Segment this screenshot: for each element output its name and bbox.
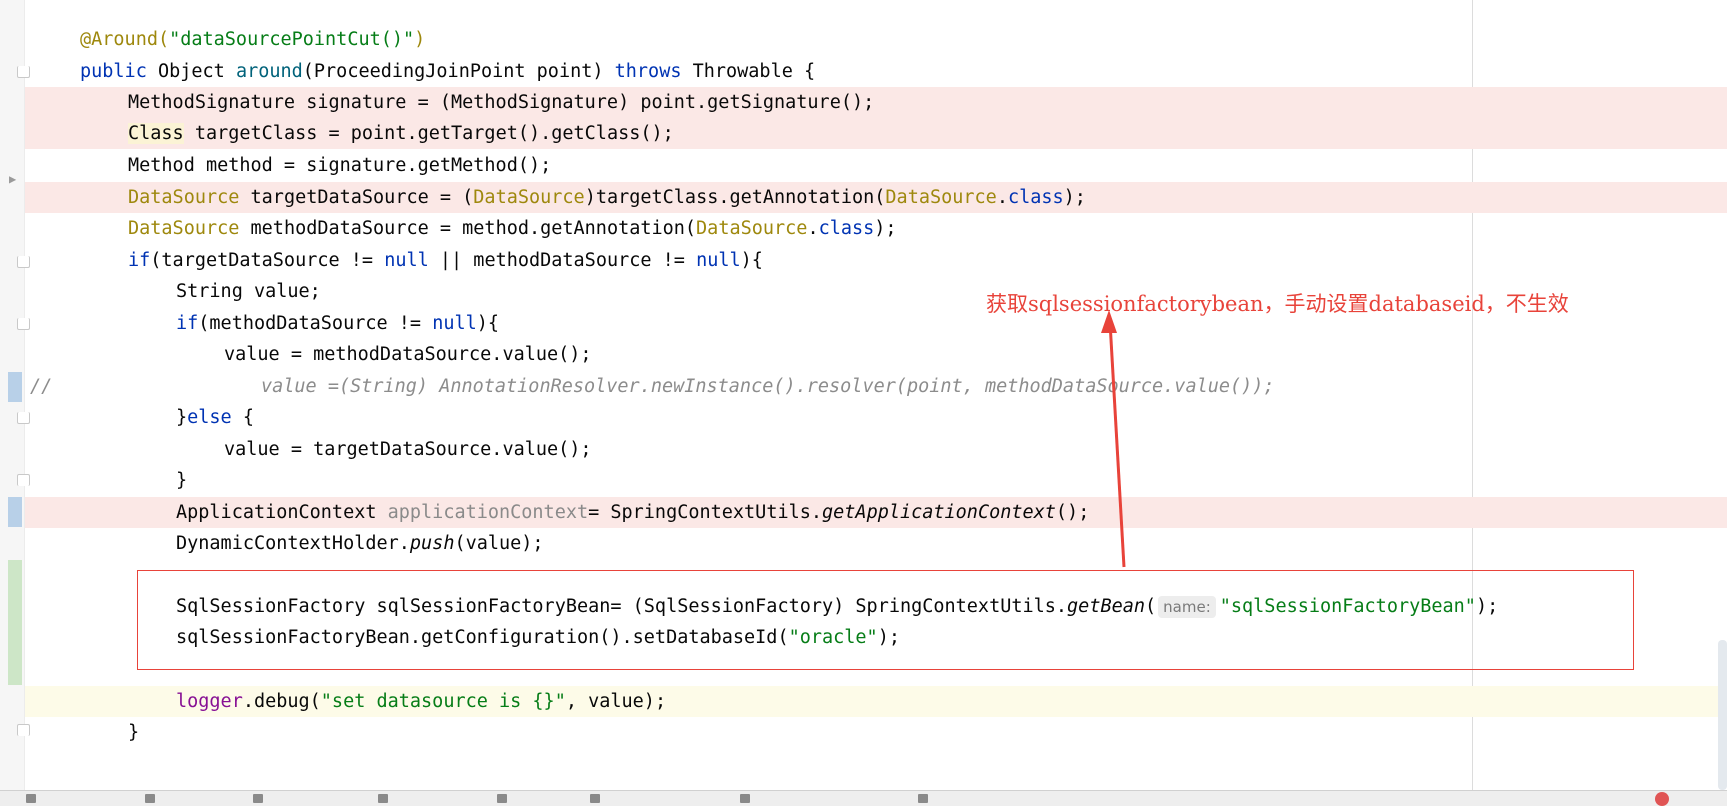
code-text: targetDataSource = ( [239, 187, 474, 208]
comment-text: value =(String) AnnotationResolver.newIn… [261, 376, 1275, 397]
keyword-token: if [176, 313, 199, 334]
code-line-6: DataSource targetDataSource = (DataSourc… [25, 182, 1727, 213]
code-text: ); [874, 218, 897, 239]
code-text: (methodDataSource != [198, 313, 433, 334]
keyword-token: null [696, 250, 741, 271]
code-text: } [176, 407, 188, 428]
bottom-toolbar [0, 790, 1727, 806]
keyword-token: class [1007, 187, 1064, 208]
code-text: MethodSignature signature = (MethodSigna… [128, 92, 875, 113]
code-text: } [128, 722, 140, 743]
code-text: String value; [176, 281, 321, 302]
code-text: || methodDataSource != [428, 250, 697, 271]
code-text: (targetDataSource != [150, 250, 385, 271]
code-line-8: if(targetDataSource != null || methodDat… [25, 245, 1727, 276]
code-line-1: @Around("dataSourcePointCut()") [25, 24, 1727, 55]
code-text: . [807, 218, 819, 239]
keyword-token: throws [614, 61, 693, 82]
code-text: ApplicationContext [176, 502, 388, 523]
code-line-3: MethodSignature signature = (MethodSigna… [25, 87, 1727, 118]
toolbar-icon-3[interactable] [253, 794, 263, 803]
toolbar-icon-7[interactable] [740, 794, 750, 803]
type-token: Object [157, 61, 236, 82]
code-text: } [176, 470, 188, 491]
static-method-token: push [409, 533, 455, 554]
highlight-box [137, 570, 1634, 670]
annotation-type-token: DataSource [696, 218, 808, 239]
code-line-12: // value =(String) AnnotationResolver.ne… [25, 371, 1727, 402]
code-line-2: public Object around(ProceedingJoinPoint… [25, 56, 1727, 87]
code-line-17: DynamicContextHolder.push(value); [25, 528, 1727, 559]
code-text: value = targetDataSource.value(); [224, 439, 592, 460]
code-text: , value); [565, 691, 667, 712]
field-token: logger [176, 691, 243, 712]
code-text: DynamicContextHolder. [176, 533, 410, 554]
code-text: { [231, 407, 254, 428]
code-line-23: } [25, 717, 1727, 748]
toolbar-icon-6[interactable] [590, 794, 600, 803]
annotation-token: @Around( [80, 29, 170, 50]
annotation-type-token: DataSource [128, 187, 240, 208]
code-text: .debug( [242, 691, 321, 712]
annotation-type-token: DataSource [885, 187, 997, 208]
code-line-15: } [25, 465, 1727, 496]
code-line-11: value = methodDataSource.value(); [25, 339, 1727, 370]
annotation-type-token: DataSource [473, 187, 585, 208]
comment-prefix: // [30, 376, 53, 397]
keyword-token: class [818, 218, 875, 239]
toolbar-icon-5[interactable] [497, 794, 507, 803]
toolbar-icon-1[interactable] [26, 794, 36, 803]
code-text: = SpringContextUtils. [588, 502, 823, 523]
string-token: "set datasource is {}" [320, 691, 566, 712]
toolbar-icon-8[interactable] [918, 794, 928, 803]
code-text: Throwable { [692, 61, 816, 82]
code-text: ){ [476, 313, 500, 334]
unused-variable-token: applicationContext [387, 502, 589, 523]
run-marker-icon[interactable]: ▶ [9, 172, 16, 186]
annotation-type-token: DataSource [128, 218, 240, 239]
code-text: ){ [740, 250, 763, 271]
code-text: Method method = signature.getMethod(); [128, 155, 552, 176]
code-line-14: value = targetDataSource.value(); [25, 434, 1727, 465]
method-name-token: around [235, 61, 303, 82]
toolbar-icon-4[interactable] [378, 794, 388, 803]
code-text: methodDataSource = method.getAnnotation( [239, 218, 697, 239]
keyword-token: public [80, 61, 158, 82]
string-token: "dataSourcePointCut()" [169, 29, 415, 50]
code-line-7: DataSource methodDataSource = method.get… [25, 213, 1727, 244]
code-text: value = methodDataSource.value(); [224, 344, 592, 365]
code-text: ); [1063, 187, 1086, 208]
keyword-token: if [128, 250, 151, 271]
vertical-scrollbar[interactable] [1718, 640, 1727, 790]
toolbar-icon-2[interactable] [145, 794, 155, 803]
keyword-token: null [384, 250, 429, 271]
keyword-token: else [187, 407, 232, 428]
vcs-added-marker[interactable] [8, 560, 22, 685]
code-line-22: logger.debug("set datasource is {}", val… [25, 686, 1727, 717]
class-keyword-token: Class [128, 123, 184, 144]
code-line-13: }else { [25, 402, 1727, 433]
annotation-token: ) [414, 29, 426, 50]
annotation-note: 获取sqlsessionfactorybean，手动设置databaseid，不… [986, 292, 1569, 316]
error-indicator-icon[interactable] [1655, 792, 1669, 806]
code-line-4: Class targetClass = point.getTarget().ge… [25, 118, 1727, 149]
code-text: targetClass = point.getTarget().getClass… [183, 123, 674, 144]
code-line-16: ApplicationContext applicationContext= S… [25, 497, 1727, 528]
code-text: )targetClass.getAnnotation( [584, 187, 886, 208]
keyword-token: null [432, 313, 477, 334]
static-method-token: getApplicationContext [822, 502, 1056, 523]
code-text: (ProceedingJoinPoint point) [302, 61, 615, 82]
vcs-modified-marker-2[interactable] [8, 497, 22, 527]
vcs-modified-marker[interactable] [8, 372, 22, 402]
code-text: (); [1055, 502, 1090, 523]
code-text: . [996, 187, 1008, 208]
code-text: (value); [454, 533, 544, 554]
code-line-5: Method method = signature.getMethod(); [25, 150, 1727, 181]
